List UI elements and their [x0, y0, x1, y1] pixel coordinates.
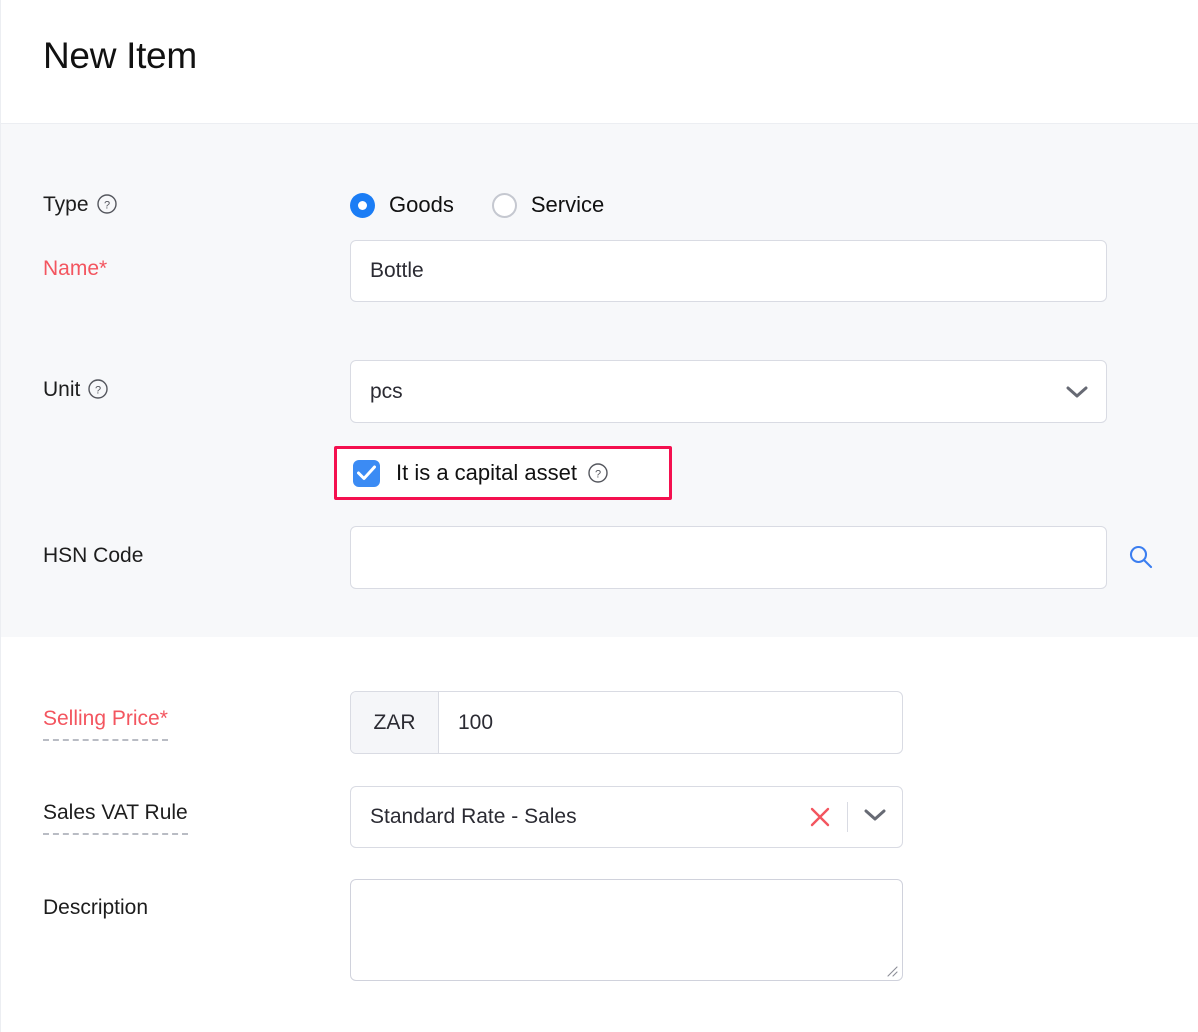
name-input[interactable]: Bottle [350, 240, 1107, 302]
capital-asset-label: It is a capital asset [396, 460, 577, 485]
name-label: Name* [43, 257, 108, 280]
chevron-down-icon[interactable] [1066, 385, 1088, 399]
type-radio-service-label: Service [530, 192, 605, 217]
help-circle-icon[interactable]: ? [88, 379, 109, 399]
description-textarea[interactable] [350, 879, 903, 981]
sales-vat-rule-value: Standard Rate - Sales [370, 805, 577, 828]
selling-price-field[interactable]: ZAR 100 [350, 691, 903, 754]
radio-selected-icon[interactable] [350, 192, 375, 218]
help-circle-icon[interactable]: ? [96, 194, 117, 214]
unit-select[interactable]: pcs [350, 360, 1107, 423]
svg-text:?: ? [103, 200, 109, 212]
type-radio-group[interactable]: Goods Service [350, 192, 642, 218]
selling-price-currency: ZAR [351, 692, 439, 753]
type-radio-goods[interactable]: Goods [350, 192, 454, 218]
capital-asset-checkbox[interactable] [353, 459, 380, 487]
help-circle-icon[interactable]: ? [588, 463, 608, 483]
page-header: New Item [1, 0, 1198, 124]
name-input-value: Bottle [370, 259, 424, 282]
sales-vat-rule-label: Sales VAT Rule [43, 800, 188, 835]
resize-handle-icon[interactable] [884, 963, 898, 977]
page-title: New Item [43, 35, 197, 76]
close-x-icon[interactable] [809, 806, 831, 828]
type-label: Type? [43, 192, 117, 218]
sales-vat-rule-select[interactable]: Standard Rate - Sales [350, 786, 903, 848]
hsn-code-label: HSN Code [43, 544, 144, 567]
type-radio-service[interactable]: Service [491, 192, 605, 218]
description-label: Description [43, 896, 149, 919]
selling-price-label: Selling Price* [43, 706, 168, 741]
hsn-code-input[interactable] [350, 526, 1107, 589]
svg-text:?: ? [95, 385, 101, 397]
new-item-form-page: New Item Type? Goods Service Name* Bottl… [0, 0, 1198, 1032]
selling-price-input-value[interactable]: 100 [439, 692, 902, 753]
type-label-text: Type [43, 193, 89, 216]
svg-text:?: ? [595, 469, 601, 481]
sales-vat-rule-actions [809, 802, 886, 832]
radio-unselected-icon[interactable] [491, 192, 517, 218]
capital-asset-highlight: It is a capital asset ? [334, 446, 672, 500]
unit-label-text: Unit [43, 378, 81, 401]
divider [847, 802, 848, 832]
type-radio-goods-label: Goods [389, 192, 454, 217]
unit-select-value: pcs [370, 379, 403, 403]
search-icon[interactable] [1128, 544, 1154, 570]
chevron-down-icon[interactable] [864, 808, 886, 827]
unit-label: Unit? [43, 377, 109, 403]
